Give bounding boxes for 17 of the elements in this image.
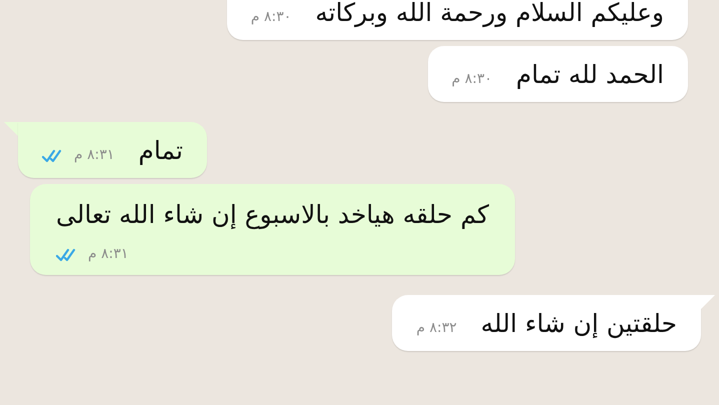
bubble-tail [701,295,715,309]
message-bubble[interactable]: تمام ٨:٣١ م [18,122,207,178]
message-text: كم حلقه هياخد بالاسبوع إن شاء الله تعالى [56,199,489,232]
bubble-tail [4,122,18,136]
message-text: الحمد لله تمام [516,59,664,91]
message-time: ٨:٣٢ م [416,319,457,338]
message-time: ٨:٣٠ م [250,8,292,27]
message-bubble[interactable]: وعليكم السلام ورحمة الله وبركاته ٨:٣٠ م [226,0,688,40]
message-bubble[interactable]: كم حلقه هياخد بالاسبوع إن شاء الله تعالى ٨:٣١ م [30,184,515,275]
message-time: ٨:٣١ م [88,245,128,264]
message-time: ٨:٣٠ م [452,70,492,89]
message-text: تمام [138,135,183,167]
message-text: حلقتين إن شاء الله [480,308,677,340]
message-bubble[interactable]: حلقتين إن شاء الله ٨:٣٢ م [392,295,701,351]
message-time: ٨:٣١ م [74,146,114,165]
message-text: وعليكم السلام ورحمة الله وبركاته [315,0,664,30]
message-bubble[interactable]: الحمد لله تمام ٨:٣٠ م [428,46,688,102]
